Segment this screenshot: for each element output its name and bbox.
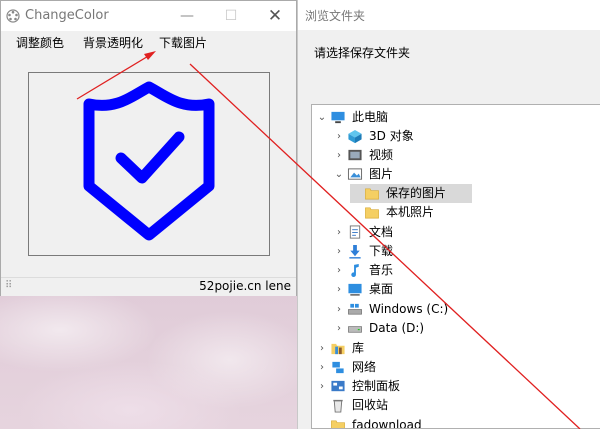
tree-item[interactable]: › Windows (C:) — [333, 300, 592, 319]
tree-item-label: 库 — [352, 341, 365, 355]
image-preview — [28, 72, 270, 256]
tree-item[interactable]: › 网络 — [316, 358, 592, 377]
documents-icon — [349, 225, 361, 239]
tree-item-label: 控制面板 — [352, 379, 401, 393]
desktop-icon — [348, 283, 362, 296]
title-bar[interactable]: ChangeColor — ☐ ✕ — [1, 1, 296, 31]
status-bar: ⠿ 52pojie.cn lene — [1, 277, 296, 296]
changecolor-window: ChangeColor — ☐ ✕ 调整颜色 背景透明化 下载图片 ⠿ 52po… — [0, 0, 297, 296]
menu-bar: 调整颜色 背景透明化 下载图片 — [1, 31, 296, 53]
close-button[interactable]: ✕ — [260, 5, 290, 27]
control-panel-icon — [331, 380, 345, 392]
expand-arrow-icon[interactable]: › — [316, 339, 328, 358]
expand-arrow-icon[interactable]: › — [333, 280, 345, 299]
tree-item[interactable]: › Data (D:) — [333, 319, 592, 338]
dialog-title: 浏览文件夹 — [305, 9, 366, 23]
expand-arrow-icon[interactable]: › — [333, 319, 345, 338]
tree-item[interactable]: › 音乐 — [333, 261, 592, 280]
3d-objects-icon — [348, 129, 362, 144]
tree-item-label: 桌面 — [369, 282, 394, 296]
tree-item-label: 下载 — [369, 244, 394, 258]
tree-item-label: Windows (C:) — [369, 302, 449, 316]
tree-item-label: Data (D:) — [369, 321, 425, 335]
expand-arrow-icon[interactable]: › — [333, 261, 345, 280]
tree-item[interactable]: 保存的图片 — [350, 184, 472, 203]
tree-item[interactable]: › 文档 — [333, 223, 592, 242]
tree-item-label: 回收站 — [352, 398, 389, 412]
collapse-arrow-icon[interactable]: ⌄ — [333, 165, 345, 184]
window-title: ChangeColor — [25, 8, 109, 23]
tree-item-label: 图片 — [369, 167, 394, 181]
tree-item[interactable]: ⌄ 此电脑 — [316, 108, 592, 127]
resize-grip-icon[interactable]: ⠿ — [5, 280, 12, 291]
drive-icon — [348, 326, 362, 333]
tree-item[interactable]: › 控制面板 — [316, 377, 592, 396]
shield-check-icon — [83, 81, 215, 241]
expand-arrow-icon[interactable]: › — [333, 127, 345, 146]
recycle-bin-icon — [333, 399, 343, 413]
tree-item[interactable]: 回收站 — [316, 396, 592, 415]
network-icon — [332, 361, 344, 374]
folder-icon — [365, 188, 379, 200]
windows-drive-icon — [348, 303, 362, 315]
expand-arrow-icon[interactable]: › — [333, 242, 345, 261]
folder-tree[interactable]: ⌄ 此电脑 › 3D 对象 › 视频 ⌄ 图片保存的图片本机照片 › 文档 › 下载 › 音乐 › 桌面 › Wi… — [311, 104, 600, 429]
video-icon — [348, 149, 362, 161]
tree-item[interactable]: fadownload — [316, 416, 592, 429]
tree-item-label: 音乐 — [369, 263, 394, 277]
expand-arrow-icon[interactable]: › — [333, 146, 345, 165]
expand-arrow-icon[interactable]: › — [333, 300, 345, 319]
tree-item[interactable]: › 下载 — [333, 242, 592, 261]
menu-download-image[interactable]: 下载图片 — [159, 34, 207, 51]
tree-item-label: fadownload — [352, 418, 422, 429]
tree-item-label: 保存的图片 — [386, 186, 447, 200]
tree-item-label: 网络 — [352, 360, 377, 374]
music-icon — [351, 263, 359, 278]
expand-arrow-icon[interactable]: › — [316, 377, 328, 396]
tree-item[interactable]: › 视频 — [333, 146, 592, 165]
collapse-arrow-icon[interactable]: ⌄ — [316, 108, 328, 127]
tree-item[interactable]: › 桌面 — [333, 280, 592, 299]
tree-item[interactable]: › 3D 对象 — [333, 127, 592, 146]
tree-item-label: 本机照片 — [386, 205, 435, 219]
tree-item-label: 此电脑 — [352, 110, 389, 124]
dialog-title-bar[interactable]: 浏览文件夹 — [298, 0, 600, 30]
app-icon — [6, 9, 20, 23]
browse-folder-dialog: 浏览文件夹 请选择保存文件夹 ⌄ 此电脑 › 3D 对象 › 视频 ⌄ 图片保存的图片本机照片… — [297, 0, 600, 429]
dialog-prompt: 请选择保存文件夹 — [314, 46, 411, 60]
tree-item[interactable]: ⌄ 图片 — [333, 165, 592, 184]
pc-icon — [331, 111, 345, 124]
minimize-button[interactable]: — — [172, 5, 202, 27]
expand-arrow-icon[interactable]: › — [316, 358, 328, 377]
tree-item[interactable]: › 库 — [316, 339, 592, 358]
maximize-button[interactable]: ☐ — [216, 5, 246, 27]
status-text: 52pojie.cn lene — [199, 279, 291, 293]
menu-adjust-color[interactable]: 调整颜色 — [16, 34, 64, 51]
tree-item-label: 文档 — [369, 225, 394, 239]
tree-item[interactable]: 本机照片 — [350, 203, 592, 222]
expand-arrow-icon[interactable]: › — [333, 223, 345, 242]
menu-transparent-background[interactable]: 背景透明化 — [83, 34, 143, 51]
folder-icon — [331, 420, 345, 428]
download-icon — [349, 244, 361, 259]
library-icon — [331, 343, 345, 355]
tree-item-label: 视频 — [369, 148, 394, 162]
tree-item-label: 3D 对象 — [369, 129, 414, 143]
folder-icon — [365, 207, 379, 219]
pictures-icon — [347, 168, 363, 180]
